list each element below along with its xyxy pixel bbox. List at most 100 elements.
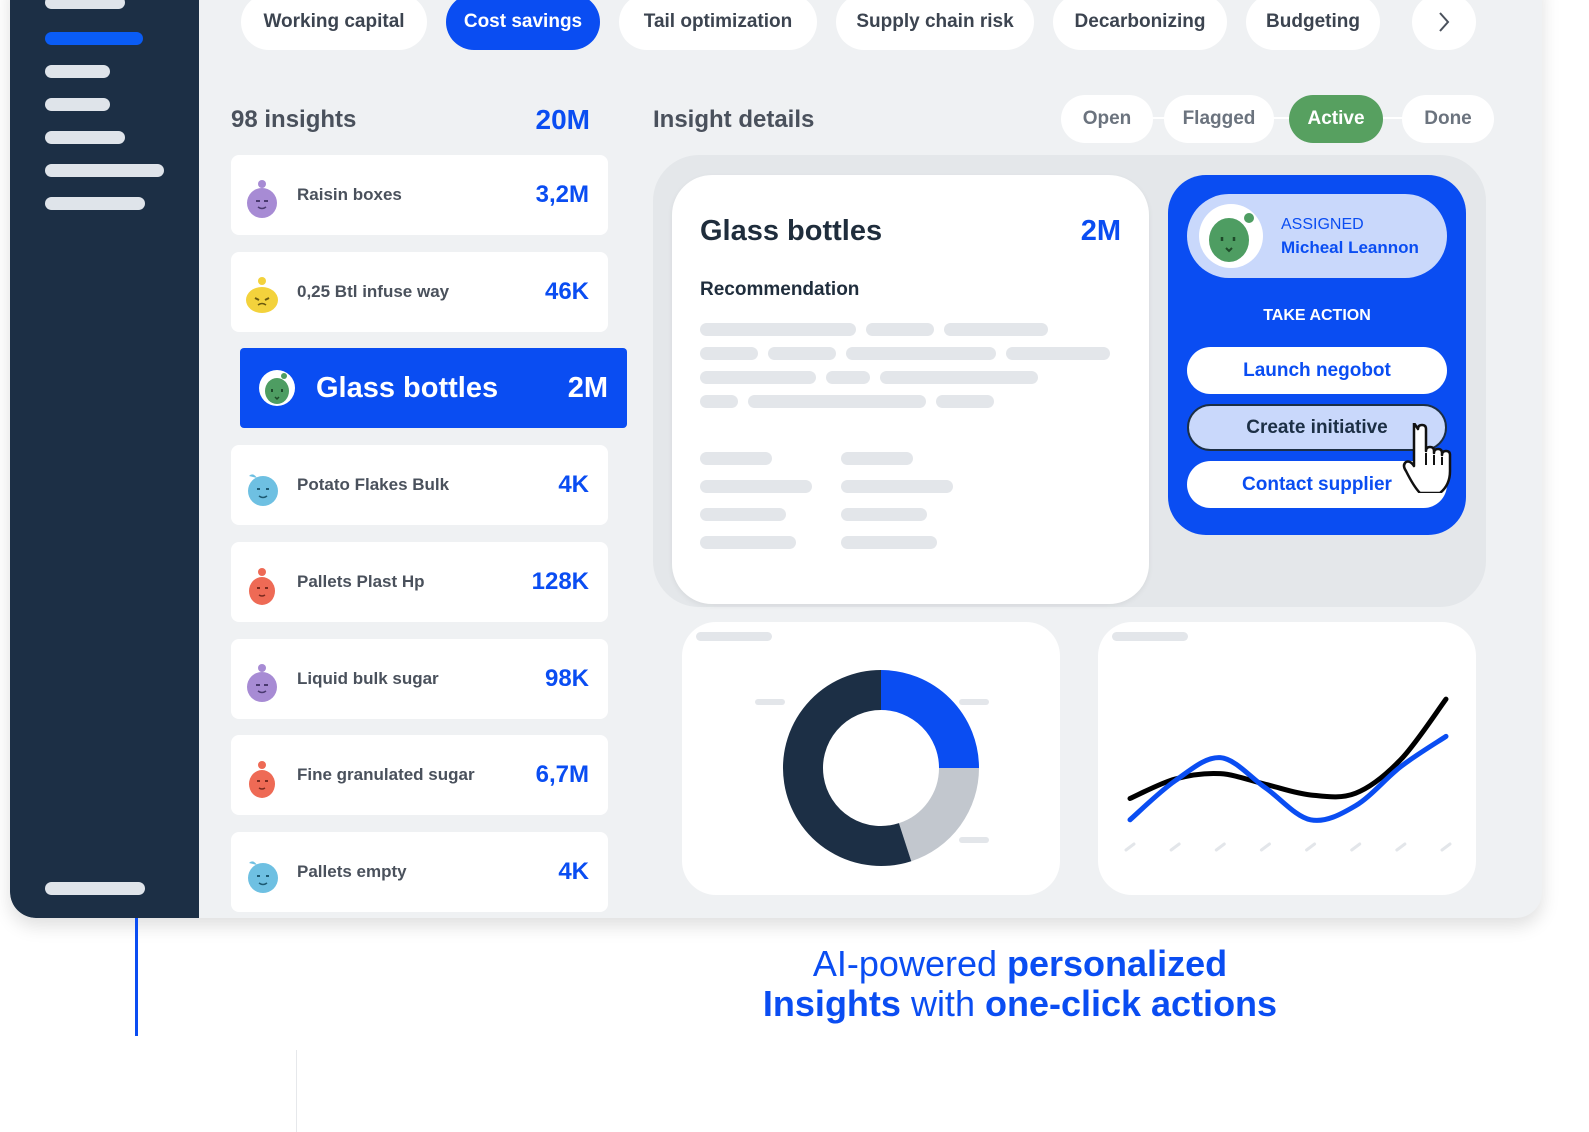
text-skeleton <box>936 395 994 408</box>
text-skeleton <box>944 323 1048 336</box>
green-blob-avatar-icon <box>1209 213 1254 262</box>
assignee-chip[interactable]: ASSIGNED Micheal Leannon <box>1187 194 1447 278</box>
category-supply-chain-risk[interactable]: Supply chain risk <box>836 0 1034 50</box>
insight-value: 4K <box>558 858 589 885</box>
yellow-blob-avatar-icon <box>246 277 278 313</box>
text-skeleton <box>826 371 870 384</box>
purple-blob-avatar-icon <box>247 180 277 218</box>
text-skeleton <box>700 452 772 465</box>
tagline-bold-text: Insights <box>762 983 901 1024</box>
category-tail-optimization[interactable]: Tail optimization <box>619 0 817 50</box>
donut-slice <box>898 767 979 862</box>
x-tick-mark <box>1395 842 1407 852</box>
take-action-heading: TAKE ACTION <box>1263 307 1371 324</box>
text-skeleton <box>846 347 996 360</box>
card-value: 2M <box>1080 215 1121 247</box>
sidebar-item[interactable] <box>45 197 145 210</box>
status-done[interactable]: Done <box>1402 95 1494 143</box>
category-decarbonizing[interactable]: Decarbonizing <box>1053 0 1227 50</box>
donut-chart-card <box>682 622 1060 895</box>
blue-blob-avatar-icon <box>248 474 278 506</box>
insight-label: Raisin boxes <box>297 185 402 204</box>
x-tick-mark <box>1169 842 1181 852</box>
blue-blob-avatar-icon <box>248 861 278 893</box>
insight-item[interactable]: Potato Flakes Bulk 4K <box>231 445 608 525</box>
text-skeleton <box>841 480 953 493</box>
text-skeleton <box>700 536 796 549</box>
status-active[interactable]: Active <box>1289 95 1383 143</box>
card-title: Glass bottles <box>700 215 883 247</box>
text-skeleton <box>1006 347 1110 360</box>
insight-item[interactable]: Liquid bulk sugar 98K <box>231 639 608 719</box>
insight-value: 2M <box>567 371 608 404</box>
tagline-light-text: AI-powered <box>812 943 1008 984</box>
tagline-line-1: AI-powered personalized <box>700 944 1340 984</box>
text-skeleton <box>841 452 913 465</box>
text-skeleton <box>700 508 786 521</box>
red-blob-avatar-icon <box>249 568 275 605</box>
tagline-bold-text: personalized <box>1007 943 1228 984</box>
insight-value: 98K <box>544 665 589 692</box>
line-chart <box>1124 696 1452 852</box>
x-tick-mark <box>1440 842 1452 852</box>
recommendation-card: Glass bottles 2M Recommendation <box>672 175 1149 604</box>
categories-next-button[interactable] <box>1412 0 1476 50</box>
insight-label: Fine granulated sugar <box>297 765 475 784</box>
red-blob-avatar-icon <box>249 761 275 798</box>
insight-label: Pallets Plast Hp <box>297 572 425 591</box>
insight-item-selected[interactable]: Glass bottles 2M <box>240 348 627 428</box>
sidebar-footer-item[interactable] <box>45 882 145 895</box>
donut-slice <box>880 670 979 769</box>
chevron-right-icon <box>1439 12 1450 32</box>
insight-value: 3,2M <box>535 181 589 208</box>
insight-value: 128K <box>531 568 589 595</box>
sidebar-item[interactable] <box>45 131 125 144</box>
text-skeleton <box>700 347 758 360</box>
tagline-line-2: Insights with one-click actions <box>700 984 1340 1024</box>
tagline-light-text: with <box>900 983 985 1024</box>
text-skeleton <box>700 480 812 493</box>
tagline-bold-text: one-click actions <box>984 983 1278 1024</box>
insight-item[interactable]: Raisin boxes 3,2M <box>231 155 608 235</box>
insight-item[interactable]: Fine granulated sugar 6,7M <box>231 735 608 815</box>
insight-details-title: Insight details <box>653 106 815 133</box>
green-blob-avatar-icon <box>259 370 295 406</box>
tagline: AI-powered personalized Insights with on… <box>700 944 1340 1024</box>
sidebar-item[interactable] <box>45 98 110 111</box>
insights-total: 20M <box>535 104 590 135</box>
x-tick-mark <box>1305 842 1317 852</box>
x-tick-mark <box>1214 842 1226 852</box>
text-skeleton <box>841 508 927 521</box>
insight-item[interactable]: Pallets empty 4K <box>231 832 608 912</box>
x-tick-mark <box>1124 842 1136 852</box>
sidebar-item[interactable] <box>45 0 125 9</box>
donut-chart <box>755 670 989 866</box>
insight-label: 0,25 Btl infuse way <box>297 282 450 301</box>
category-cost-savings[interactable]: Cost savings <box>446 0 600 50</box>
category-working-capital[interactable]: Working capital <box>241 0 427 50</box>
text-skeleton <box>700 371 816 384</box>
insight-item[interactable]: Pallets Plast Hp 128K <box>231 542 608 622</box>
insights-count: 98 insights <box>231 106 357 133</box>
status-open[interactable]: Open <box>1061 95 1153 143</box>
insight-item[interactable]: 0,25 Btl infuse way 46K <box>231 252 608 332</box>
insight-label: Pallets empty <box>297 862 407 881</box>
text-skeleton <box>841 536 937 549</box>
donut-slice <box>783 670 912 866</box>
chart-title-skeleton <box>696 632 772 641</box>
series-line <box>1127 733 1449 823</box>
insight-label: Liquid bulk sugar <box>297 669 439 688</box>
text-skeleton <box>700 323 856 336</box>
series-line <box>1127 696 1449 801</box>
sidebar-item-active[interactable] <box>45 32 143 45</box>
x-tick-mark <box>1259 842 1271 852</box>
text-skeleton <box>768 347 836 360</box>
category-budgeting[interactable]: Budgeting <box>1246 0 1380 50</box>
sidebar-item[interactable] <box>45 164 164 177</box>
sidebar-item[interactable] <box>45 65 110 78</box>
insight-label: Potato Flakes Bulk <box>297 475 450 494</box>
status-flagged[interactable]: Flagged <box>1164 95 1274 143</box>
launch-negobot-button[interactable]: Launch negobot <box>1187 347 1447 394</box>
insight-value: 46K <box>544 278 589 305</box>
accent-divider <box>135 918 138 1036</box>
